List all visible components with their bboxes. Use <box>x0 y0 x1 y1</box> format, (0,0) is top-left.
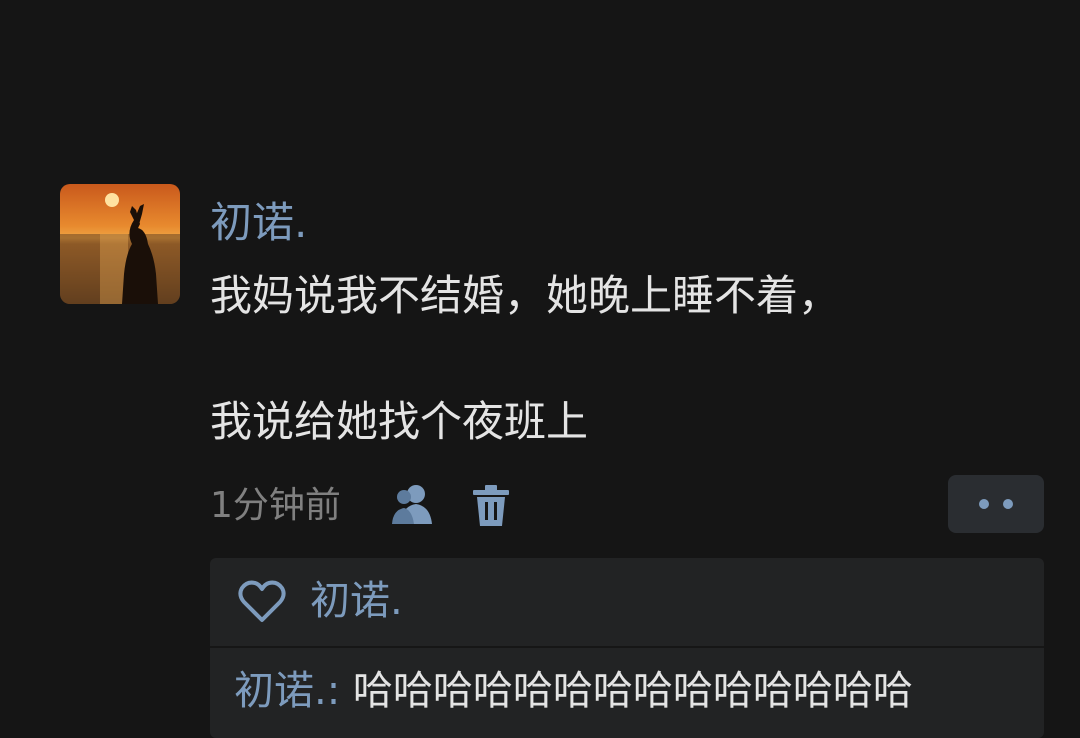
interaction-panel: 初诺. 初诺.: 哈哈哈哈哈哈哈哈哈哈哈哈哈哈 <box>210 558 1044 738</box>
like-username[interactable]: 初诺. <box>310 572 403 630</box>
post-content-line-1: 我妈说我不结婚，她晚上睡不着， <box>210 271 841 320</box>
more-dots-icon <box>979 499 989 509</box>
comment-separator: : <box>326 668 341 714</box>
more-options-button[interactable] <box>948 475 1044 533</box>
heart-icon[interactable] <box>238 580 286 624</box>
avatar[interactable] <box>60 184 180 304</box>
comment-author[interactable]: 初诺. <box>234 668 327 714</box>
more-dots-icon <box>1003 499 1013 509</box>
post-content-line-2: 我说给她找个夜班上 <box>210 397 589 446</box>
likes-row: 初诺. <box>210 558 1044 646</box>
moment-post: 初诺. 我妈说我不结婚，她晚上睡不着， 我说给她找个夜班上 1分钟前 初诺. 初… <box>0 0 1080 738</box>
trash-icon[interactable] <box>473 484 509 526</box>
comment-item[interactable]: 初诺.: 哈哈哈哈哈哈哈哈哈哈哈哈哈哈 <box>234 662 913 720</box>
comment-text: 哈哈哈哈哈哈哈哈哈哈哈哈哈哈 <box>340 668 913 714</box>
post-username[interactable]: 初诺. <box>210 193 307 253</box>
post-timestamp: 1分钟前 <box>210 485 341 526</box>
sunset-silhouette-avatar-image <box>60 184 180 304</box>
divider <box>210 646 1044 648</box>
user-icon[interactable] <box>390 484 438 524</box>
